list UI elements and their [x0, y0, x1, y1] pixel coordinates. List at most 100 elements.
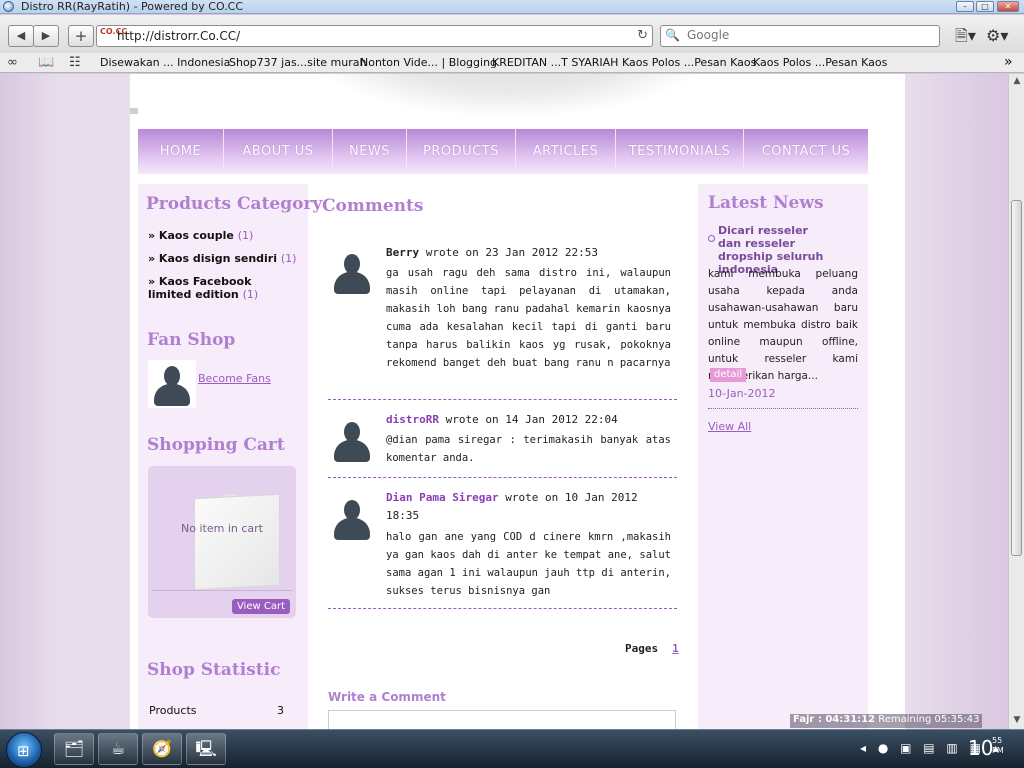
commenter-avatar [328, 416, 376, 464]
nav-news[interactable]: NEWS [333, 129, 407, 174]
bookmark-item[interactable]: Disewakan ... Indonesia [100, 56, 230, 69]
settings-icon[interactable]: ⚙▾ [986, 27, 1008, 45]
vertical-scrollbar[interactable]: ▲ ▼ [1008, 74, 1024, 729]
search-bar[interactable]: 🔍 [660, 25, 940, 47]
news-detail-button[interactable]: detail [710, 368, 747, 382]
comment-meta: Dian Pama Siregar wrote on 10 Jan 2012 1… [386, 489, 671, 525]
view-cart-button[interactable]: View Cart [231, 599, 290, 614]
web-page: HOME ABOUT US NEWS PRODUCTS ARTICLES TES… [0, 74, 1008, 729]
windows-logo-icon: ⊞ [17, 742, 30, 760]
shop-statistic-title: Shop Statistic [147, 660, 281, 680]
comment-author[interactable]: Dian Pama Siregar [386, 491, 499, 504]
prayer-time-widget: Fajr : 04:31:12 Remaining 05:35:43 [790, 714, 983, 728]
scroll-down-icon[interactable]: ▼ [1012, 715, 1022, 725]
start-button[interactable]: ⊞ [6, 732, 42, 768]
comment-date: wrote on 23 Jan 2012 22:53 [425, 246, 598, 259]
latest-news-title: Latest News [708, 193, 824, 213]
close-button[interactable]: ✕ [997, 1, 1019, 12]
fan-shop-title: Fan Shop [147, 330, 236, 350]
comment-item: Dian Pama Siregar wrote on 10 Jan 2012 1… [328, 488, 677, 609]
windows-taskbar: ⊞ 🗂 ☕ 🧭 🖳 ◂ ● ▣ ▤ ▥ ▦ ▴ 10 55 PM [0, 729, 1024, 768]
top-sites-grid-icon[interactable]: ☷ [69, 55, 81, 70]
main-navigation: HOME ABOUT US NEWS PRODUCTS ARTICLES TES… [138, 129, 868, 174]
clock-ampm: PM [992, 746, 1004, 755]
category-item[interactable]: » Kaos couple (1) [148, 229, 253, 242]
banner-image [300, 74, 720, 118]
taskbar-explorer-icon[interactable]: 🗂 [54, 733, 94, 765]
more-bookmarks-icon[interactable]: » [1004, 54, 1013, 70]
category-label[interactable]: » Kaos disign sendiri [148, 252, 277, 265]
page-menu-icon[interactable]: 🗎▾ [955, 27, 976, 45]
news-divider [708, 408, 858, 409]
nav-contact-us[interactable]: CONTACT US [744, 129, 868, 174]
taskbar-java-icon[interactable]: ☕ [98, 733, 138, 765]
shopping-cart-title: Shopping Cart [147, 435, 285, 455]
maximize-button[interactable]: □ [976, 1, 994, 12]
address-bar[interactable]: CO.CC http://distrorr.Co.CC/ ↻ [96, 25, 653, 47]
category-item[interactable]: » Kaos disign sendiri (1) [148, 252, 296, 265]
prayer-remaining: Remaining 05:35:43 [878, 714, 980, 725]
comment-author[interactable]: distroRR [386, 413, 439, 426]
bookmark-item[interactable]: KREDITAN ...T SYARIAH [492, 56, 618, 69]
clock-minute: 55 [992, 736, 1003, 745]
bookmark-item[interactable]: Kaos Polos ...Pesan Kaos [753, 56, 887, 69]
reload-icon[interactable]: ↻ [637, 28, 648, 43]
comment-meta: distroRR wrote on 14 Jan 2012 22:04 [386, 413, 618, 426]
nav-about-us[interactable]: ABOUT US [224, 129, 333, 174]
prayer-label: Fajr : 04:31:12 [793, 714, 876, 725]
become-fans-link[interactable]: Become Fans [198, 372, 271, 385]
comment-text: @dian pama siregar : terimakasih banyak … [386, 434, 671, 464]
taskbar-browser-icon[interactable]: 🧭 [142, 733, 182, 765]
browser-logo-icon [3, 1, 14, 12]
taskbar-calculator-icon[interactable]: 🖳 [186, 733, 226, 765]
bookmarks-book-icon[interactable]: 📖 [38, 55, 54, 70]
pagination: Pages 1 [625, 642, 679, 655]
url-text[interactable]: http://distrorr.Co.CC/ [117, 29, 240, 43]
comment-text: halo gan ane yang COD d cinere kmrn ,mak… [386, 531, 671, 597]
category-label[interactable]: » Kaos Facebook limited edition [148, 275, 251, 301]
comment-meta: Berry wrote on 23 Jan 2012 22:53 [386, 246, 598, 259]
stat-row: Products 3 [149, 704, 284, 717]
cart-empty-text: No item in cart [181, 522, 263, 535]
comments-title: Comments [322, 196, 424, 216]
window-title: Distro RR(RayRatih) - Powered by CO.CC [21, 0, 244, 13]
clock-minute-ampm[interactable]: 55 PM [992, 736, 1004, 756]
back-button[interactable]: ◀ [8, 25, 34, 47]
comment-text: ga usah ragu deh sama distro ini, walaup… [386, 267, 671, 369]
minimize-button[interactable]: – [956, 1, 974, 12]
nav-articles[interactable]: ARTICLES [516, 129, 616, 174]
category-count: (1) [237, 229, 254, 242]
nav-home[interactable]: HOME [138, 129, 224, 174]
bookmark-item[interactable]: Kaos Polos ...Pesan Kaos [622, 56, 756, 69]
view-all-news-link[interactable]: View All [708, 420, 751, 433]
commenter-avatar [328, 248, 376, 296]
banner-divider [130, 108, 138, 114]
bookmarks-bar: ∞ 📖 ☷ Disewakan ... Indonesia Shop737 ja… [0, 53, 1024, 73]
forward-button[interactable]: ▶ [33, 25, 59, 47]
comment-textarea[interactable] [328, 710, 676, 729]
nav-testimonials[interactable]: TESTIMONIALS [616, 129, 744, 174]
scroll-up-icon[interactable]: ▲ [1012, 76, 1022, 86]
reading-list-icon[interactable]: ∞ [7, 55, 18, 70]
nav-products[interactable]: PRODUCTS [407, 129, 516, 174]
clock-hour[interactable]: 10 [968, 736, 993, 760]
browser-toolbar: ◀ ▶ + CO.CC http://distrorr.Co.CC/ ↻ 🔍 🗎… [0, 15, 1024, 53]
scroll-thumb[interactable] [1011, 200, 1022, 556]
category-label[interactable]: » Kaos couple [148, 229, 234, 242]
category-item[interactable]: » Kaos Facebook limited edition (1) [148, 275, 298, 301]
search-icon[interactable]: 🔍 [665, 28, 680, 42]
products-category-title: Products Category [146, 194, 323, 214]
bookmark-item[interactable]: Shop737 jas...site murah [229, 56, 366, 69]
bookmark-item[interactable]: Nonton Vide... | Blogging [360, 56, 497, 69]
commenter-avatar [328, 494, 376, 542]
news-date: 10-Jan-2012 [708, 387, 776, 400]
add-bookmark-button[interactable]: + [68, 25, 94, 47]
search-input[interactable] [687, 28, 927, 42]
comment-author: Berry [386, 246, 420, 259]
category-count: (1) [242, 288, 259, 301]
write-comment-title: Write a Comment [328, 690, 446, 704]
comment-item: Berry wrote on 23 Jan 2012 22:53 ga usah… [328, 242, 677, 400]
page-link[interactable]: 1 [672, 642, 679, 655]
shopping-cart-box: No item in cart View Cart [148, 466, 296, 618]
stat-value: 3 [277, 704, 284, 717]
